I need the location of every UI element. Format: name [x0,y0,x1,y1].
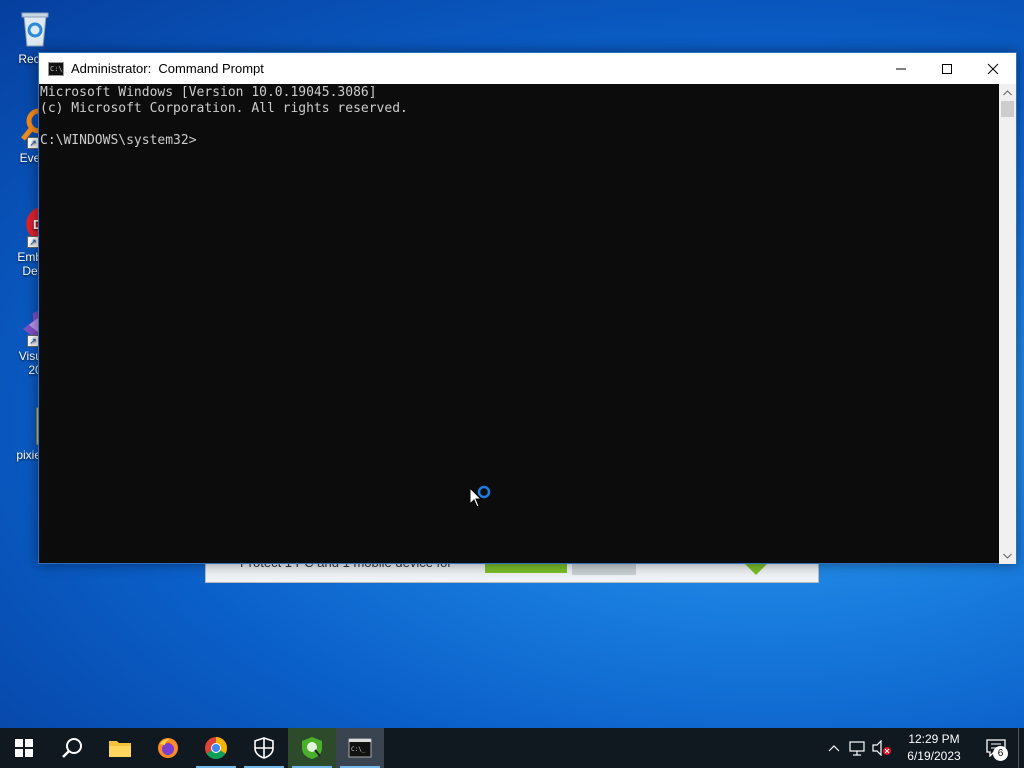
vertical-scrollbar[interactable] [999,84,1016,564]
search-button[interactable] [48,728,96,768]
console-line: (c) Microsoft Corporation. All rights re… [40,101,408,116]
windows-start-icon [15,739,33,757]
notification-count-badge: 6 [993,746,1008,761]
cmd-icon: C:\_ [48,61,67,76]
taskbar: C:\_ 12:29 PM 6/19/2023 6 [0,728,1024,768]
scrollbar-thumb[interactable] [1001,101,1014,117]
clock[interactable]: 12:29 PM 6/19/2023 [894,731,974,765]
clock-time: 12:29 PM [908,732,960,746]
window-title: Administrator: Command Prompt [71,61,264,76]
maximize-button[interactable] [924,53,970,84]
console-output[interactable]: Microsoft Windows [Version 10.0.19045.30… [39,84,1001,564]
console-line: Microsoft Windows [Version 10.0.19045.30… [40,85,377,100]
close-icon [987,63,999,74]
network-button[interactable] [846,728,870,768]
clock-date: 6/19/2023 [907,749,961,763]
window-titlebar[interactable]: C:\_ Administrator: Command Prompt [39,53,1016,84]
window-controls [878,53,1016,84]
busy-cursor-icon [469,484,499,514]
maximize-icon [942,63,952,74]
firefox-icon [158,738,178,758]
search-icon [62,738,82,758]
chevron-down-icon [1003,553,1012,559]
action-center-button[interactable]: 6 [974,728,1018,768]
system-tray: 12:29 PM 6/19/2023 6 [822,728,1024,768]
chevron-up-icon [828,745,840,752]
promo-bar [572,563,636,575]
show-hidden-icons-button[interactable] [822,728,846,768]
taskbar-chrome[interactable] [192,728,240,768]
close-button[interactable] [970,53,1016,84]
security-scanner-icon [302,737,322,759]
minimize-icon [896,68,906,69]
show-desktop-button[interactable] [1018,728,1024,768]
svg-text:C:\_: C:\_ [351,746,366,753]
chrome-icon [205,737,227,759]
scroll-up-button[interactable] [999,84,1016,101]
recycle-bin-icon [15,8,55,48]
cmd-icon: C:\_ [348,738,372,758]
shield-icon [254,737,274,759]
taskbar-file-explorer[interactable] [96,728,144,768]
minimize-button[interactable] [878,53,924,84]
taskbar-windows-security[interactable] [240,728,288,768]
volume-button[interactable] [870,728,894,768]
scroll-down-button[interactable] [999,547,1016,564]
command-prompt-window[interactable]: C:\_ Administrator: Command Prompt Micro… [38,52,1017,564]
console-prompt: C:\WINDOWS\system32> [40,133,197,148]
taskbar-firefox[interactable] [144,728,192,768]
taskbar-command-prompt[interactable]: C:\_ [336,728,384,768]
folder-icon [109,741,131,757]
chevron-up-icon [1003,89,1012,95]
network-icon [849,741,865,756]
volume-muted-icon [872,740,891,756]
start-button[interactable] [0,728,48,768]
taskbar-security-scanner[interactable] [288,728,336,768]
